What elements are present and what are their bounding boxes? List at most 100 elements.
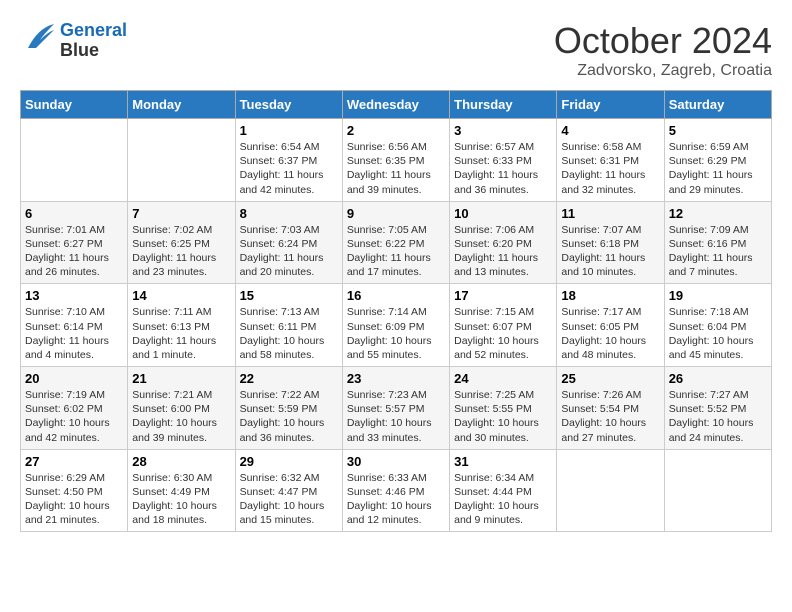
day-cell: 5 Sunrise: 6:59 AMSunset: 6:29 PMDaylight… [664,119,771,202]
day-cell: 29 Sunrise: 6:32 AMSunset: 4:47 PMDayligh… [235,449,342,532]
day-number: 16 [347,288,445,303]
page-header: General Blue October 2024 Zadvorsko, Zag… [20,20,772,80]
day-number: 4 [561,123,659,138]
day-number: 24 [454,371,552,386]
weekday-header-sunday: Sunday [21,91,128,119]
day-cell: 28 Sunrise: 6:30 AMSunset: 4:49 PMDayligh… [128,449,235,532]
day-cell: 19 Sunrise: 7:18 AMSunset: 6:04 PMDayligh… [664,284,771,367]
day-info: Sunrise: 7:21 AMSunset: 6:00 PMDaylight:… [132,388,230,445]
week-row-3: 13 Sunrise: 7:10 AMSunset: 6:14 PMDayligh… [21,284,772,367]
week-row-1: 1 Sunrise: 6:54 AMSunset: 6:37 PMDaylight… [21,119,772,202]
title-block: October 2024 Zadvorsko, Zagreb, Croatia [554,20,772,80]
day-number: 23 [347,371,445,386]
day-number: 26 [669,371,767,386]
weekday-header-wednesday: Wednesday [342,91,449,119]
day-number: 25 [561,371,659,386]
week-row-4: 20Sunrise: 7:19 AMSunset: 6:02 PMDayligh… [21,367,772,450]
day-cell: 9 Sunrise: 7:05 AMSunset: 6:22 PMDaylight… [342,201,449,284]
logo-icon [20,20,56,56]
day-cell: 6 Sunrise: 7:01 AMSunset: 6:27 PMDaylight… [21,201,128,284]
location-subtitle: Zadvorsko, Zagreb, Croatia [554,62,772,80]
day-cell: 23 Sunrise: 7:23 AMSunset: 5:57 PMDayligh… [342,367,449,450]
logo-text: General Blue [60,21,127,61]
day-number: 13 [25,288,123,303]
day-info: Sunrise: 7:17 AMSunset: 6:05 PMDaylight:… [561,305,659,362]
day-cell: 11 Sunrise: 7:07 AMSunset: 6:18 PMDayligh… [557,201,664,284]
day-info: Sunrise: 7:09 AMSunset: 6:16 PMDaylight:… [669,223,767,280]
day-info: Sunrise: 7:07 AMSunset: 6:18 PMDaylight:… [561,223,659,280]
day-number: 3 [454,123,552,138]
day-number: 2 [347,123,445,138]
day-cell: 22Sunrise: 7:22 AMSunset: 5:59 PMDayligh… [235,367,342,450]
day-info: Sunrise: 7:22 AMSunset: 5:59 PMDaylight:… [240,388,338,445]
day-cell: 4 Sunrise: 6:58 AMSunset: 6:31 PMDaylight… [557,119,664,202]
day-cell [128,119,235,202]
day-info: Sunrise: 7:23 AMSunset: 5:57 PMDaylight:… [347,388,445,445]
day-number: 21 [132,371,230,386]
day-number: 30 [347,454,445,469]
day-info: Sunrise: 7:01 AMSunset: 6:27 PMDaylight:… [25,223,123,280]
day-number: 29 [240,454,338,469]
day-number: 28 [132,454,230,469]
day-cell: 2 Sunrise: 6:56 AMSunset: 6:35 PMDaylight… [342,119,449,202]
day-info: Sunrise: 6:54 AMSunset: 6:37 PMDaylight:… [240,140,338,197]
day-cell: 8Sunrise: 7:03 AMSunset: 6:24 PMDaylight… [235,201,342,284]
day-info: Sunrise: 7:27 AMSunset: 5:52 PMDaylight:… [669,388,767,445]
day-number: 6 [25,206,123,221]
day-cell [21,119,128,202]
day-info: Sunrise: 6:58 AMSunset: 6:31 PMDaylight:… [561,140,659,197]
day-info: Sunrise: 6:57 AMSunset: 6:33 PMDaylight:… [454,140,552,197]
day-cell: 12 Sunrise: 7:09 AMSunset: 6:16 PMDayligh… [664,201,771,284]
day-number: 5 [669,123,767,138]
day-number: 27 [25,454,123,469]
day-cell: 10Sunrise: 7:06 AMSunset: 6:20 PMDayligh… [450,201,557,284]
weekday-header-saturday: Saturday [664,91,771,119]
day-cell: 7Sunrise: 7:02 AMSunset: 6:25 PMDaylight… [128,201,235,284]
day-number: 31 [454,454,552,469]
day-info: Sunrise: 6:32 AMSunset: 4:47 PMDaylight:… [240,471,338,528]
day-info: Sunrise: 6:34 AMSunset: 4:44 PMDaylight:… [454,471,552,528]
day-info: Sunrise: 6:30 AMSunset: 4:49 PMDaylight:… [132,471,230,528]
weekday-header-monday: Monday [128,91,235,119]
week-row-2: 6 Sunrise: 7:01 AMSunset: 6:27 PMDaylight… [21,201,772,284]
day-cell [557,449,664,532]
day-cell [664,449,771,532]
day-cell: 1 Sunrise: 6:54 AMSunset: 6:37 PMDaylight… [235,119,342,202]
day-info: Sunrise: 7:02 AMSunset: 6:25 PMDaylight:… [132,223,230,280]
day-info: Sunrise: 7:05 AMSunset: 6:22 PMDaylight:… [347,223,445,280]
day-number: 9 [347,206,445,221]
day-info: Sunrise: 6:59 AMSunset: 6:29 PMDaylight:… [669,140,767,197]
day-cell: 25 Sunrise: 7:26 AMSunset: 5:54 PMDayligh… [557,367,664,450]
day-number: 1 [240,123,338,138]
calendar-table: SundayMondayTuesdayWednesdayThursdayFrid… [20,90,772,532]
logo-line1: General [60,20,127,40]
day-info: Sunrise: 7:10 AMSunset: 6:14 PMDaylight:… [25,305,123,362]
weekday-row: SundayMondayTuesdayWednesdayThursdayFrid… [21,91,772,119]
day-info: Sunrise: 7:18 AMSunset: 6:04 PMDaylight:… [669,305,767,362]
day-number: 12 [669,206,767,221]
week-row-5: 27 Sunrise: 6:29 AMSunset: 4:50 PMDayligh… [21,449,772,532]
day-cell: 3 Sunrise: 6:57 AMSunset: 6:33 PMDaylight… [450,119,557,202]
weekday-header-thursday: Thursday [450,91,557,119]
calendar-header: SundayMondayTuesdayWednesdayThursdayFrid… [21,91,772,119]
day-cell: 20Sunrise: 7:19 AMSunset: 6:02 PMDayligh… [21,367,128,450]
day-info: Sunrise: 6:56 AMSunset: 6:35 PMDaylight:… [347,140,445,197]
day-cell: 27 Sunrise: 6:29 AMSunset: 4:50 PMDayligh… [21,449,128,532]
day-cell: 24 Sunrise: 7:25 AMSunset: 5:55 PMDayligh… [450,367,557,450]
day-cell: 15Sunrise: 7:13 AMSunset: 6:11 PMDayligh… [235,284,342,367]
day-info: Sunrise: 7:25 AMSunset: 5:55 PMDaylight:… [454,388,552,445]
day-number: 17 [454,288,552,303]
day-number: 8 [240,206,338,221]
day-cell: 26 Sunrise: 7:27 AMSunset: 5:52 PMDayligh… [664,367,771,450]
day-info: Sunrise: 6:33 AMSunset: 4:46 PMDaylight:… [347,471,445,528]
day-cell: 14Sunrise: 7:11 AMSunset: 6:13 PMDayligh… [128,284,235,367]
day-info: Sunrise: 7:26 AMSunset: 5:54 PMDaylight:… [561,388,659,445]
day-info: Sunrise: 6:29 AMSunset: 4:50 PMDaylight:… [25,471,123,528]
month-title: October 2024 [554,20,772,62]
day-info: Sunrise: 7:14 AMSunset: 6:09 PMDaylight:… [347,305,445,362]
day-number: 19 [669,288,767,303]
weekday-header-tuesday: Tuesday [235,91,342,119]
day-cell: 16 Sunrise: 7:14 AMSunset: 6:09 PMDayligh… [342,284,449,367]
day-info: Sunrise: 7:19 AMSunset: 6:02 PMDaylight:… [25,388,123,445]
day-number: 11 [561,206,659,221]
